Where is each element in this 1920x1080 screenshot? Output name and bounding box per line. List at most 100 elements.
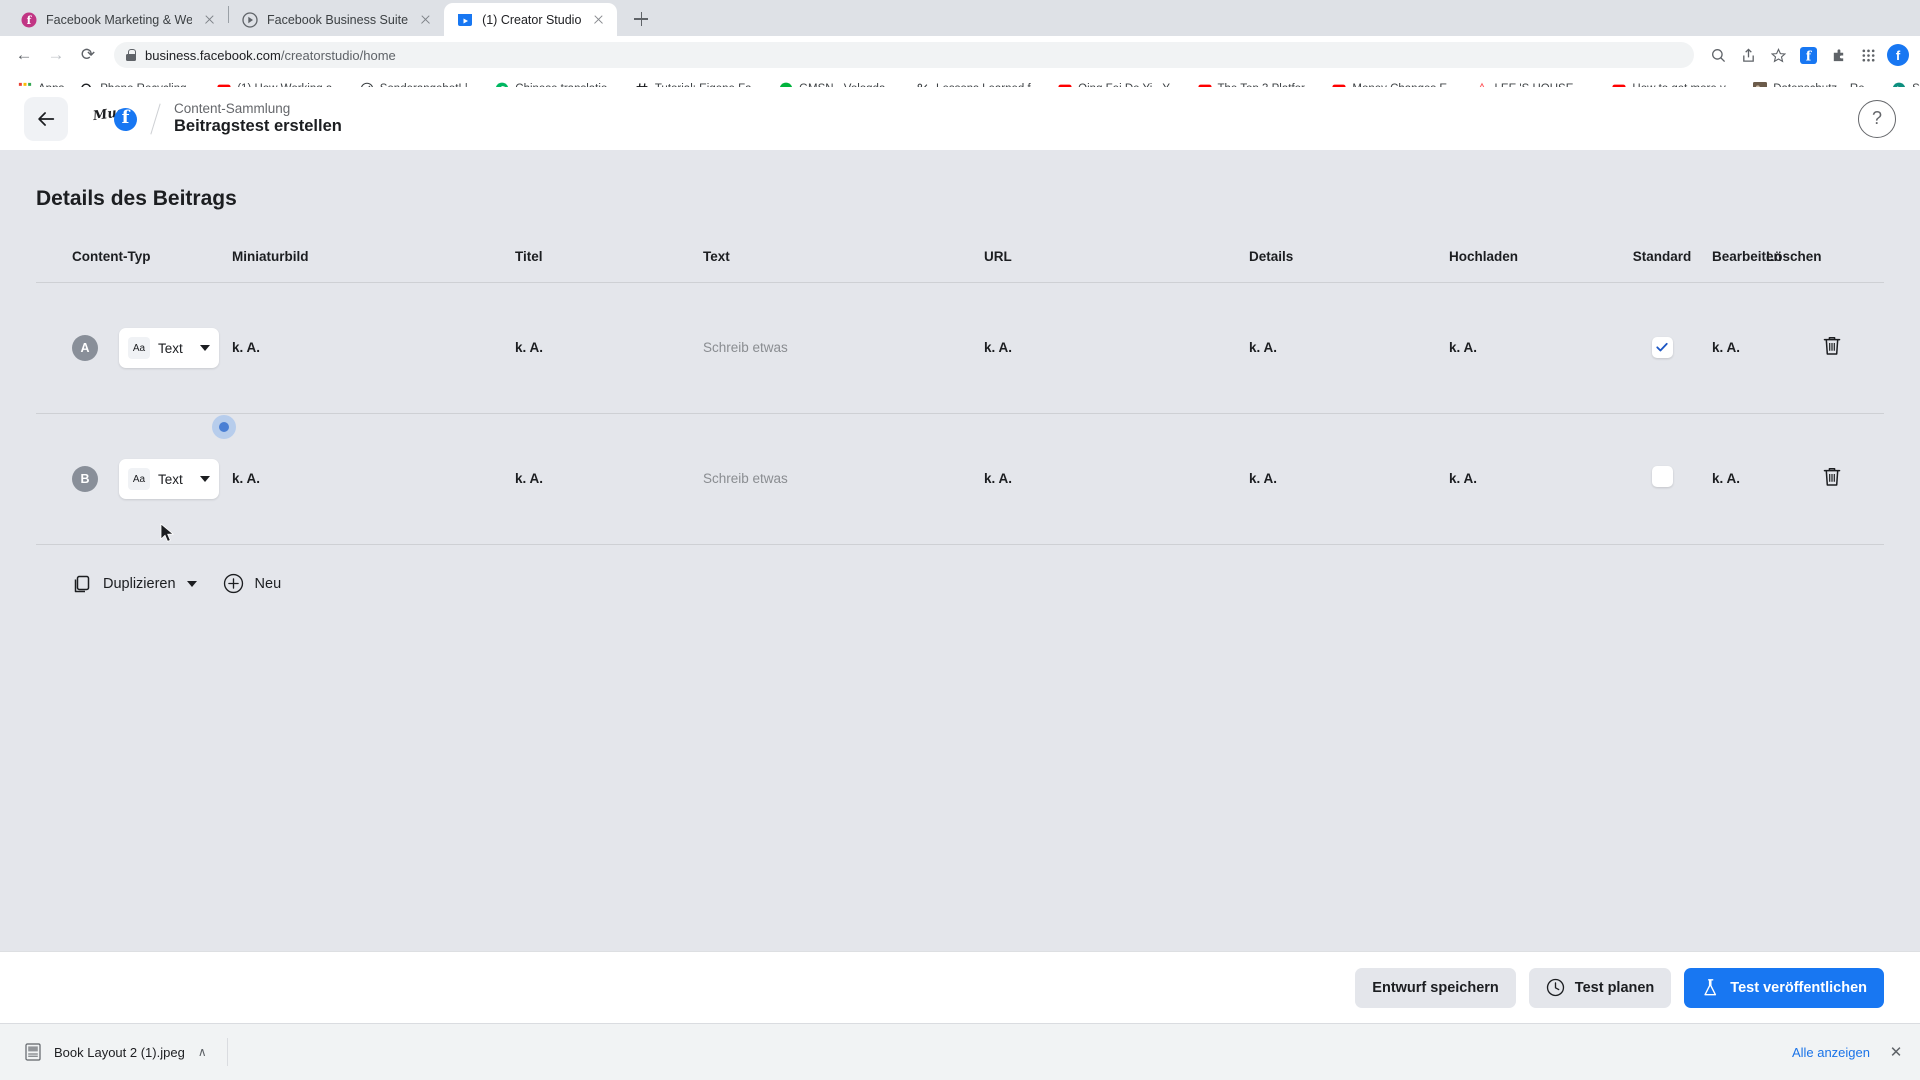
column-header-details: Details bbox=[1249, 249, 1294, 264]
share-icon[interactable] bbox=[1736, 43, 1760, 67]
download-item[interactable]: Book Layout 2 (1).jpeg ∧ bbox=[14, 1037, 217, 1068]
column-header-content-type: Content-Typ bbox=[72, 249, 151, 264]
details-value: k. A. bbox=[1249, 471, 1278, 486]
publish-test-button[interactable]: Test veröffentlichen bbox=[1684, 967, 1884, 1008]
footer-action-bar: Entwurf speichern Test planen Test veröf… bbox=[0, 951, 1920, 1023]
table-row: A Aa Text k. A. k. A. Schreib etwas k. A… bbox=[36, 283, 1884, 413]
cell-standard bbox=[1612, 336, 1712, 360]
close-icon[interactable] bbox=[590, 11, 607, 28]
forward-button[interactable]: → bbox=[42, 41, 70, 69]
close-icon[interactable] bbox=[417, 11, 434, 28]
delete-row-button[interactable] bbox=[1822, 466, 1842, 488]
facebook-circle-icon: f bbox=[21, 12, 37, 27]
table-bottom-divider bbox=[36, 544, 1884, 545]
trash-icon bbox=[1823, 336, 1841, 355]
lock-icon bbox=[126, 49, 136, 61]
standard-checkbox[interactable] bbox=[1651, 466, 1673, 487]
download-divider bbox=[226, 1038, 228, 1066]
url-text: business.facebook.com/creatorstudio/home bbox=[145, 47, 396, 63]
standard-checkbox[interactable] bbox=[1651, 336, 1673, 358]
mouse-cursor bbox=[160, 523, 175, 542]
close-download-bar-button[interactable]: ✕ bbox=[1886, 1043, 1906, 1061]
close-icon[interactable] bbox=[201, 11, 218, 28]
chevron-up-icon[interactable]: ∧ bbox=[198, 1045, 207, 1059]
app-back-button[interactable] bbox=[24, 96, 68, 141]
browser-toolbar: ← → ⟳ business.facebook.com/creatorstudi… bbox=[0, 36, 1920, 74]
content-type-select[interactable]: Aa Text bbox=[119, 328, 219, 368]
search-icon[interactable] bbox=[1706, 43, 1730, 67]
cell-thumbnail: k. A. bbox=[232, 339, 515, 357]
browser-tab-2[interactable]: (1) Creator Studio bbox=[444, 3, 618, 36]
copy-icon bbox=[74, 575, 90, 592]
browser-tab-1[interactable]: Facebook Business Suite bbox=[229, 3, 444, 36]
app-header: Mus f Content-Sammlung Beitragstest erst… bbox=[0, 87, 1920, 151]
flask-icon bbox=[1704, 978, 1717, 995]
browser-tab-0[interactable]: f Facebook Marketing & Werbea bbox=[8, 3, 228, 36]
content-type-value: Text bbox=[158, 340, 183, 356]
post-details-table: Content-Typ Miniaturbild Titel Text URL … bbox=[36, 249, 1884, 545]
title-value: k. A. bbox=[515, 340, 544, 355]
save-draft-button[interactable]: Entwurf speichern bbox=[1355, 967, 1516, 1008]
breadcrumb: Content-Sammlung Beitragstest erstellen bbox=[174, 101, 342, 136]
address-bar[interactable]: business.facebook.com/creatorstudio/home bbox=[114, 42, 1694, 68]
apps-icon[interactable] bbox=[1856, 43, 1880, 67]
breadcrumb-parent: Content-Sammlung bbox=[174, 101, 291, 116]
business-suite-icon bbox=[242, 11, 258, 28]
chevron-down-icon bbox=[186, 580, 197, 587]
section-title: Details des Beitrags bbox=[36, 187, 237, 210]
upload-value: k. A. bbox=[1449, 471, 1478, 486]
new-row-button[interactable]: Neu bbox=[223, 573, 282, 594]
download-bar-right: Alle anzeigen ✕ bbox=[1792, 1043, 1906, 1061]
main-content: Details des Beitrags Content-Typ Miniatu… bbox=[0, 151, 1920, 594]
back-button[interactable]: ← bbox=[10, 41, 38, 69]
title-value: k. A. bbox=[515, 471, 544, 486]
show-all-downloads-button[interactable]: Alle anzeigen bbox=[1792, 1045, 1870, 1060]
cell-details: k. A. bbox=[1249, 470, 1449, 488]
upload-value: k. A. bbox=[1449, 340, 1478, 355]
column-header-url: URL bbox=[984, 249, 1012, 264]
text-placeholder[interactable]: Schreib etwas bbox=[703, 340, 788, 355]
download-filename: Book Layout 2 (1).jpeg bbox=[54, 1044, 185, 1060]
duplicate-button[interactable]: Duplizieren bbox=[72, 574, 197, 594]
header-divider bbox=[150, 103, 161, 134]
schedule-test-button[interactable]: Test planen bbox=[1528, 967, 1672, 1008]
facebook-icon[interactable]: f bbox=[1796, 43, 1820, 67]
extension-icon[interactable] bbox=[1826, 43, 1850, 67]
check-icon bbox=[1656, 343, 1668, 352]
new-label: Neu bbox=[254, 575, 282, 592]
cell-thumbnail: k. A. bbox=[232, 470, 515, 488]
schedule-test-label: Test planen bbox=[1574, 979, 1655, 996]
star-icon[interactable] bbox=[1766, 43, 1790, 67]
table-header-row: Content-Typ Miniaturbild Titel Text URL … bbox=[36, 249, 1884, 282]
text-placeholder[interactable]: Schreib etwas bbox=[703, 471, 788, 486]
column-header-standard: Standard bbox=[1632, 249, 1692, 264]
selection-dot-marker bbox=[212, 415, 236, 439]
cell-content-type: Aa Text bbox=[36, 328, 232, 368]
page-title: Beitragstest erstellen bbox=[174, 117, 342, 135]
profile-avatar[interactable]: f bbox=[1886, 43, 1910, 67]
thumbnail-value: k. A. bbox=[232, 340, 261, 355]
row-badge: B bbox=[72, 466, 98, 492]
tab-title: (1) Creator Studio bbox=[482, 12, 582, 27]
arrow-left-icon bbox=[38, 111, 55, 126]
tab-title: Facebook Marketing & Werbea bbox=[46, 12, 192, 27]
tab-strip: f Facebook Marketing & Werbea Facebook B… bbox=[0, 0, 1920, 36]
reload-button[interactable]: ⟳ bbox=[74, 41, 102, 69]
toolbar-icons: f f bbox=[1706, 43, 1910, 67]
url-value: k. A. bbox=[984, 471, 1013, 486]
chevron-down-icon bbox=[200, 345, 210, 351]
new-tab-button[interactable] bbox=[627, 5, 655, 33]
help-button[interactable]: ? bbox=[1858, 99, 1896, 138]
delete-row-button[interactable] bbox=[1822, 335, 1842, 357]
trash-icon bbox=[1823, 467, 1841, 486]
page-brand-logo: Mus f bbox=[92, 99, 139, 139]
column-header-thumbnail: Miniaturbild bbox=[232, 249, 309, 264]
row-actions-toolbar: Duplizieren Neu bbox=[36, 545, 1884, 594]
cell-edit: k. A. bbox=[1712, 339, 1802, 357]
cell-text: Schreib etwas bbox=[703, 339, 984, 357]
cell-edit: k. A. bbox=[1712, 470, 1802, 488]
plus-circle-icon bbox=[223, 573, 243, 594]
cell-content-type: Aa Text bbox=[36, 459, 232, 499]
cell-delete bbox=[1802, 466, 1862, 493]
content-type-select[interactable]: Aa Text bbox=[119, 459, 219, 499]
